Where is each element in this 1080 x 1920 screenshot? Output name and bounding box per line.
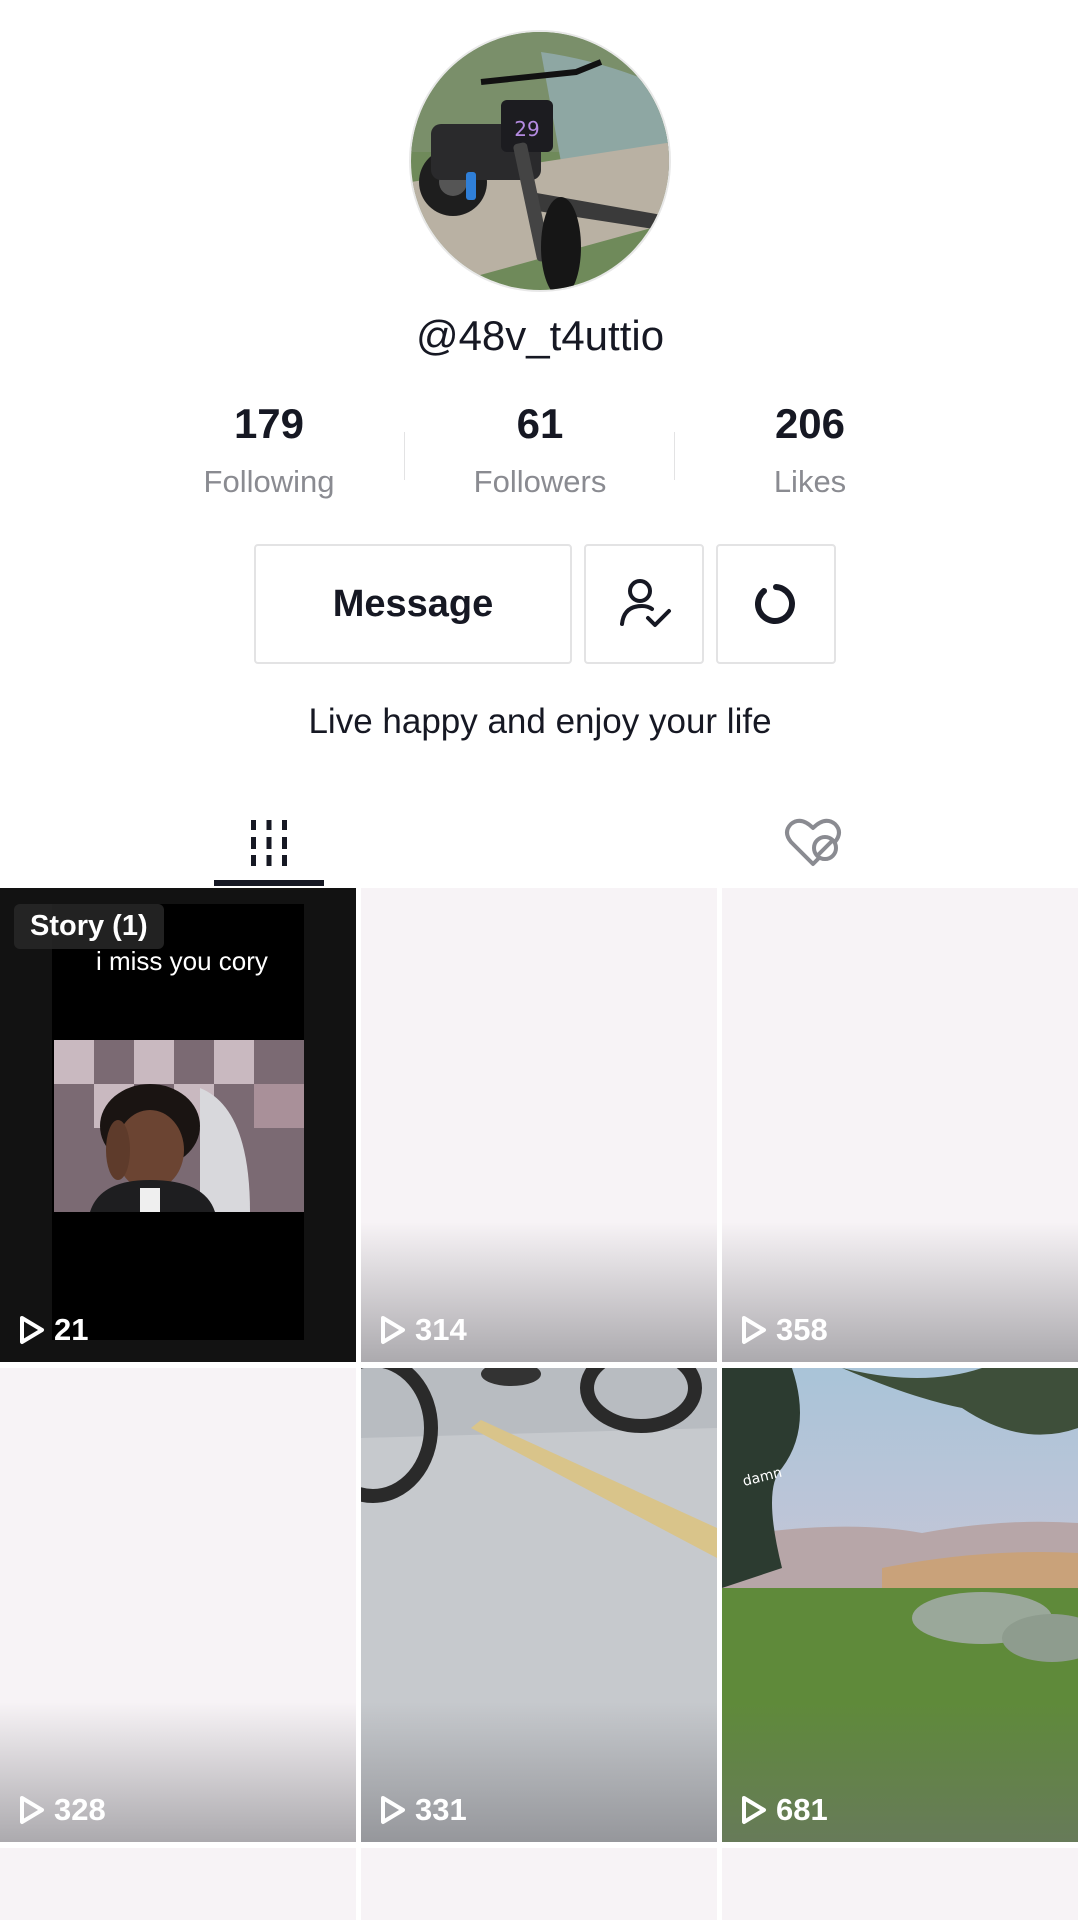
view-count-value: 358 xyxy=(776,1312,828,1347)
followers-count: 61 xyxy=(516,400,564,447)
stat-following[interactable]: 179 Following xyxy=(134,400,404,500)
view-count: 331 xyxy=(379,1792,467,1828)
story-caption: i miss you cory xyxy=(96,946,268,976)
refresh-icon xyxy=(755,584,795,624)
video-thumbnail[interactable] xyxy=(722,1848,1078,1920)
play-icon xyxy=(742,1796,766,1824)
profile-bio: Live happy and enjoy your life xyxy=(308,702,772,741)
play-icon xyxy=(381,1796,405,1824)
view-count-value: 314 xyxy=(415,1312,467,1347)
liked-hidden-icon xyxy=(785,818,841,866)
video-thumbnail-story[interactable]: Story (1) i miss you cory 21 xyxy=(0,888,356,1362)
following-count: 179 xyxy=(233,400,305,447)
dirt-bike-avatar-image: 29 xyxy=(411,32,669,290)
view-count: 314 xyxy=(379,1312,467,1348)
video-thumbnail[interactable] xyxy=(0,1848,356,1920)
view-count: 328 xyxy=(18,1792,106,1828)
following-label: Following xyxy=(203,464,335,499)
view-count: 681 xyxy=(740,1792,828,1828)
following-status-button[interactable] xyxy=(584,544,704,664)
story-badge: Story (1) xyxy=(14,904,164,949)
video-thumbnail[interactable]: damn 681 xyxy=(722,1368,1078,1842)
video-thumbnail[interactable]: 328 xyxy=(0,1368,356,1842)
play-icon xyxy=(381,1316,405,1344)
view-count-value: 328 xyxy=(54,1792,106,1827)
play-icon xyxy=(20,1796,44,1824)
profile-avatar[interactable]: 29 xyxy=(409,30,671,292)
video-thumbnail[interactable]: 314 xyxy=(361,888,717,1362)
view-count: 21 xyxy=(18,1312,88,1348)
stat-followers[interactable]: 61 Followers xyxy=(405,400,675,500)
play-icon xyxy=(742,1316,766,1344)
play-icon xyxy=(20,1316,44,1344)
stat-likes[interactable]: 206 Likes xyxy=(675,400,945,500)
video-thumbnail[interactable]: 358 xyxy=(722,888,1078,1362)
likes-count: 206 xyxy=(774,400,846,447)
view-count: 358 xyxy=(740,1312,828,1348)
user-check-icon xyxy=(620,579,671,627)
followers-label: Followers xyxy=(473,464,607,499)
grid-icon xyxy=(251,820,287,866)
avatar-number: 29 xyxy=(514,117,539,141)
tab-videos[interactable] xyxy=(214,800,324,886)
view-count-value: 681 xyxy=(776,1792,828,1827)
profile-username: @48v_t4uttio xyxy=(415,312,665,359)
refresh-button[interactable] xyxy=(716,544,836,664)
view-count-value: 331 xyxy=(415,1792,467,1827)
video-thumbnail[interactable]: 331 xyxy=(361,1368,717,1842)
active-tab-indicator xyxy=(214,880,324,886)
likes-label: Likes xyxy=(773,464,847,499)
video-thumbnail[interactable] xyxy=(361,1848,717,1920)
message-button[interactable]: Message xyxy=(254,544,572,664)
tab-liked[interactable] xyxy=(758,800,868,886)
view-count-value: 21 xyxy=(54,1312,89,1347)
